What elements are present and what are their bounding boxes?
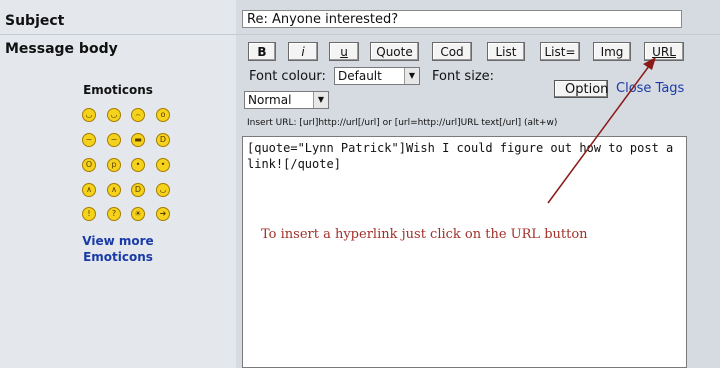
- emoticon-arrow-icon[interactable]: ➜: [156, 207, 170, 221]
- emoticon-question-icon[interactable]: ?: [107, 207, 121, 221]
- emoticon-confused-icon[interactable]: ~: [82, 133, 96, 147]
- emoticon-twisted-icon[interactable]: ∧: [107, 183, 121, 197]
- emoticon-smile-alt-icon[interactable]: ◡: [156, 183, 170, 197]
- emoticon-razz-icon[interactable]: p: [107, 158, 121, 172]
- emoticon-mrgreen-icon[interactable]: D: [131, 183, 145, 197]
- emoticon-sad-icon[interactable]: ⌢: [131, 108, 145, 122]
- view-more-emoticons-link[interactable]: View more Emoticons: [0, 233, 236, 265]
- emoticons-title: Emoticons: [83, 83, 153, 97]
- view-more-line2: Emoticons: [83, 250, 153, 264]
- emoticon-lol-icon[interactable]: D: [156, 133, 170, 147]
- annotation-arrow: [547, 57, 656, 204]
- emoticon-biggrin-icon[interactable]: ◡: [107, 108, 121, 122]
- emoticon-idea-icon[interactable]: ☀: [131, 207, 145, 221]
- emoticon-exclaim-icon[interactable]: !: [82, 207, 96, 221]
- emoticon-smile-icon[interactable]: ◡: [82, 108, 96, 122]
- emoticon-eek-icon[interactable]: O: [82, 158, 96, 172]
- emoticon-cool-icon[interactable]: ▬: [131, 133, 145, 147]
- emoticon-evil-icon[interactable]: ∧: [82, 183, 96, 197]
- view-more-line1: View more: [82, 234, 154, 248]
- emoticon-wink-icon[interactable]: •: [156, 158, 170, 172]
- emoticon-neutral-icon[interactable]: −: [107, 133, 121, 147]
- emoticon-surprised-icon[interactable]: o: [156, 108, 170, 122]
- emoticon-rolleyes-icon[interactable]: •: [131, 158, 145, 172]
